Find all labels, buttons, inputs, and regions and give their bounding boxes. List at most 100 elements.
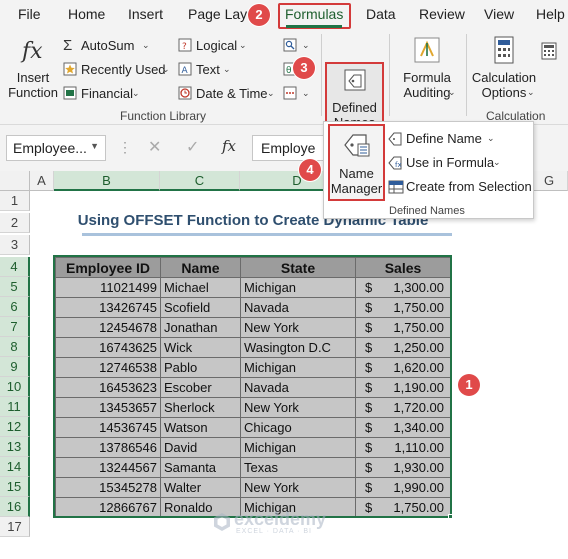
column-header-c[interactable]: C: [160, 171, 240, 191]
cell-name[interactable]: David: [160, 437, 241, 458]
cell-employee-id[interactable]: 16453623: [55, 377, 161, 398]
cell-sales[interactable]: $1,110.00: [355, 437, 451, 458]
cell-sales[interactable]: $1,750.00: [355, 297, 451, 318]
define-name-item[interactable]: Define Name ⌄: [388, 129, 528, 149]
cell-state[interactable]: Navada: [240, 377, 356, 398]
cell-employee-id[interactable]: 12746538: [55, 357, 161, 378]
cell-state[interactable]: Wasington D.C: [240, 337, 356, 358]
calculate-now-button[interactable]: [541, 42, 559, 62]
cell-employee-id[interactable]: 11021499: [55, 277, 161, 298]
cell-state[interactable]: Navada: [240, 297, 356, 318]
menu-insert[interactable]: Insert: [128, 6, 163, 22]
header-employee-id[interactable]: Employee ID: [55, 257, 161, 278]
cell-employee-id[interactable]: 13453657: [55, 397, 161, 418]
formula-auditing-button[interactable]: Formula Auditing ⌄: [395, 34, 459, 108]
row-header-11[interactable]: 11: [0, 397, 30, 417]
row-header-5[interactable]: 5: [0, 277, 30, 297]
date-time-button[interactable]: Date & Time ⌄: [178, 84, 276, 104]
cell-state[interactable]: Michigan: [240, 437, 356, 458]
header-state[interactable]: State: [240, 257, 356, 278]
cell-employee-id[interactable]: 12454678: [55, 317, 161, 338]
cell-name[interactable]: Pablo: [160, 357, 241, 378]
use-in-formula-item[interactable]: fx Use in Formula ⌄: [388, 153, 528, 173]
row-header-7[interactable]: 7: [0, 317, 30, 337]
cell-employee-id[interactable]: 12866767: [55, 497, 161, 518]
cell-sales[interactable]: $1,750.00: [355, 497, 451, 518]
row-header-10[interactable]: 10: [0, 377, 30, 397]
cell-name[interactable]: Wick: [160, 337, 241, 358]
formula-input[interactable]: Employe: [252, 135, 324, 161]
menu-page-layout[interactable]: Page Layo: [188, 6, 255, 22]
cell-state[interactable]: Texas: [240, 457, 356, 478]
cell-sales[interactable]: $1,250.00: [355, 337, 451, 358]
row-header-12[interactable]: 12: [0, 417, 30, 437]
row-header-15[interactable]: 15: [0, 477, 30, 497]
cell-employee-id[interactable]: 13426745: [55, 297, 161, 318]
cell-sales[interactable]: $1,720.00: [355, 397, 451, 418]
cell-name[interactable]: Escober: [160, 377, 241, 398]
cell-employee-id[interactable]: 15345278: [55, 477, 161, 498]
cancel-icon[interactable]: ✕: [148, 137, 161, 157]
row-header-3[interactable]: 3: [0, 235, 30, 255]
column-header-b[interactable]: B: [54, 171, 160, 191]
cell-name[interactable]: Walter: [160, 477, 241, 498]
cell-employee-id[interactable]: 16743625: [55, 337, 161, 358]
header-name[interactable]: Name: [160, 257, 241, 278]
cell-sales[interactable]: $1,750.00: [355, 317, 451, 338]
cell-sales[interactable]: $1,340.00: [355, 417, 451, 438]
cell-name[interactable]: Scofield: [160, 297, 241, 318]
column-header-g[interactable]: G: [531, 171, 568, 191]
cell-name[interactable]: Watson: [160, 417, 241, 438]
logical-button[interactable]: ? Logical ⌄: [178, 36, 250, 56]
enter-icon[interactable]: ✓: [186, 137, 199, 157]
cell-sales[interactable]: $1,620.00: [355, 357, 451, 378]
cell-sales[interactable]: $1,990.00: [355, 477, 451, 498]
cell-name[interactable]: Samanta: [160, 457, 241, 478]
cell-state[interactable]: Michigan: [240, 277, 356, 298]
insert-function-fx-icon[interactable]: fx: [222, 137, 236, 155]
name-box[interactable]: Employee... ▼: [6, 135, 106, 161]
cell-name[interactable]: Sherlock: [160, 397, 241, 418]
name-manager-button[interactable]: Name Manager: [328, 124, 385, 201]
row-header-9[interactable]: 9: [0, 357, 30, 377]
more-functions-button[interactable]: ⌄: [283, 84, 313, 104]
menu-data[interactable]: Data: [366, 6, 396, 22]
cell-state[interactable]: Michigan: [240, 357, 356, 378]
financial-button[interactable]: Financial ⌄: [63, 84, 153, 104]
select-all-corner[interactable]: [0, 171, 30, 191]
text-button[interactable]: A Text ⌄: [178, 60, 238, 80]
cell-sales[interactable]: $1,300.00: [355, 277, 451, 298]
row-header-4[interactable]: 4: [0, 257, 30, 277]
row-header-6[interactable]: 6: [0, 297, 30, 317]
menu-file[interactable]: File: [18, 6, 41, 22]
cell-sales[interactable]: $1,930.00: [355, 457, 451, 478]
row-header-13[interactable]: 13: [0, 437, 30, 457]
cell-name[interactable]: Jonathan: [160, 317, 241, 338]
column-header-a[interactable]: A: [30, 171, 54, 191]
cell-employee-id[interactable]: 13786546: [55, 437, 161, 458]
cell-name[interactable]: Michael: [160, 277, 241, 298]
cell-employee-id[interactable]: 14536745: [55, 417, 161, 438]
autosum-button[interactable]: Σ AutoSum ⌄: [63, 36, 158, 56]
cell-state[interactable]: Chicago: [240, 417, 356, 438]
menu-help[interactable]: Help: [536, 6, 565, 22]
row-header-14[interactable]: 14: [0, 457, 30, 477]
chevron-down-icon[interactable]: ▼: [90, 141, 99, 151]
menu-view[interactable]: View: [484, 6, 514, 22]
lookup-reference-button[interactable]: ⌄: [283, 36, 313, 56]
menu-home[interactable]: Home: [68, 6, 105, 22]
cell-state[interactable]: New York: [240, 317, 356, 338]
menu-formulas[interactable]: Formulas: [285, 6, 343, 22]
row-header-8[interactable]: 8: [0, 337, 30, 357]
header-sales[interactable]: Sales: [355, 257, 451, 278]
row-header-1[interactable]: 1: [0, 191, 30, 211]
cell-sales[interactable]: $1,190.00: [355, 377, 451, 398]
cell-state[interactable]: New York: [240, 397, 356, 418]
recently-used-button[interactable]: Recently Used ⌄: [63, 60, 175, 80]
row-header-2[interactable]: 2: [0, 213, 30, 233]
row-header-16[interactable]: 16: [0, 497, 30, 517]
cell-employee-id[interactable]: 13244567: [55, 457, 161, 478]
fill-handle[interactable]: [448, 514, 453, 519]
menu-review[interactable]: Review: [419, 6, 465, 22]
calculation-options-button[interactable]: Calculation Options ⌄: [470, 34, 538, 108]
